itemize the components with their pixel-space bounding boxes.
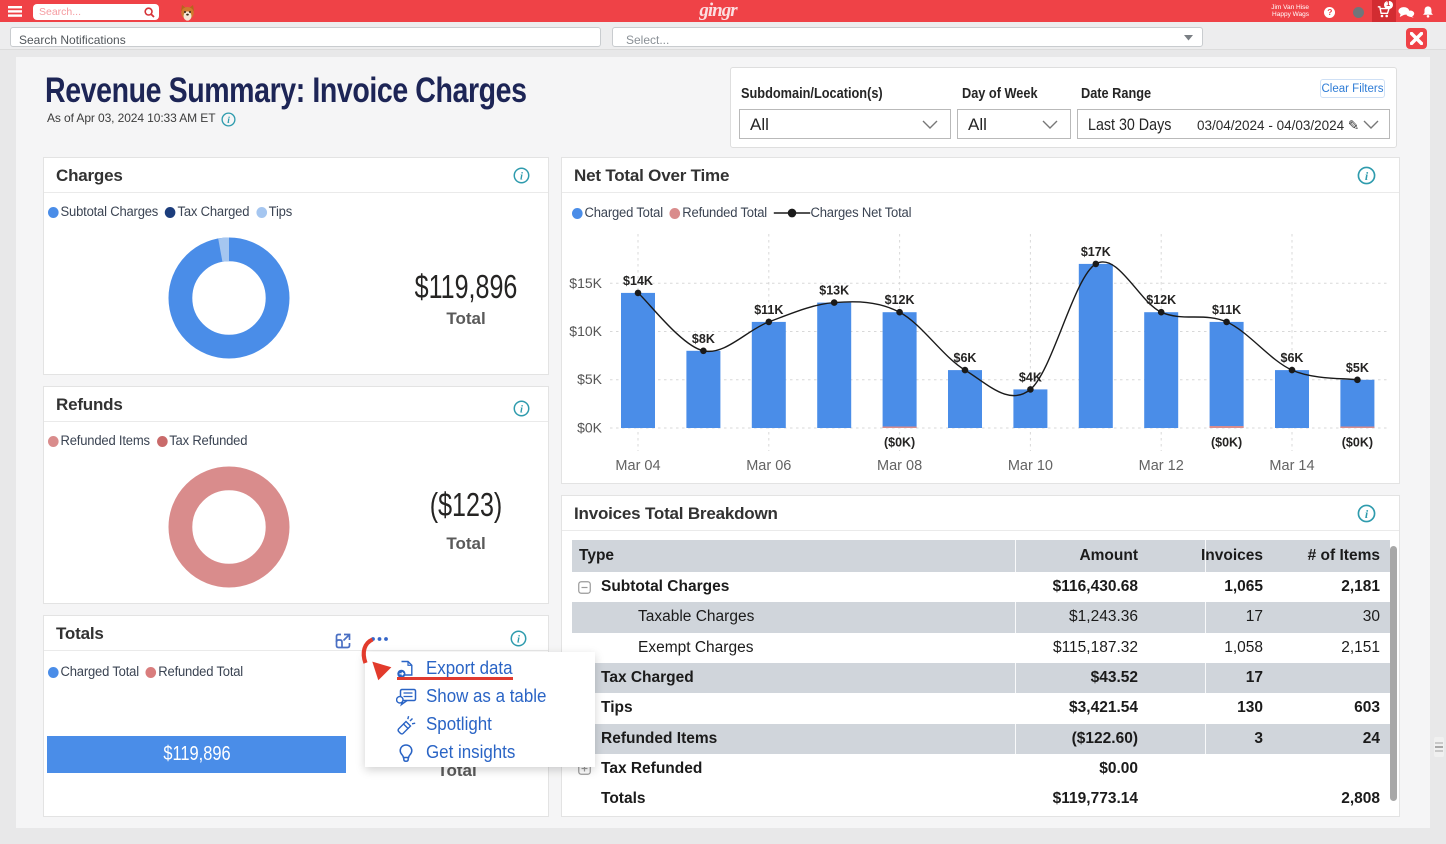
svg-text:Mar 10: Mar 10 bbox=[1008, 458, 1053, 474]
svg-text:$4K: $4K bbox=[1019, 370, 1042, 384]
svg-text:$8K: $8K bbox=[692, 332, 715, 346]
svg-text:($0K): ($0K) bbox=[884, 436, 915, 450]
svg-text:$11K: $11K bbox=[754, 303, 783, 317]
svg-text:$6K: $6K bbox=[954, 351, 977, 365]
svg-text:$5K: $5K bbox=[577, 371, 603, 387]
svg-text:Mar 12: Mar 12 bbox=[1139, 458, 1184, 474]
svg-text:$11K: $11K bbox=[1212, 303, 1241, 317]
svg-text:Mar 08: Mar 08 bbox=[877, 458, 922, 474]
svg-text:$0K: $0K bbox=[577, 420, 603, 436]
svg-text:$13K: $13K bbox=[819, 284, 849, 298]
svg-text:i: i bbox=[520, 171, 523, 182]
svg-text:$14K: $14K bbox=[623, 274, 653, 288]
svg-text:($0K): ($0K) bbox=[1211, 436, 1242, 450]
svg-text:i: i bbox=[520, 404, 523, 415]
svg-text:Mar 14: Mar 14 bbox=[1269, 458, 1314, 474]
svg-text:i: i bbox=[517, 634, 520, 645]
svg-text:$5K: $5K bbox=[1346, 361, 1369, 375]
svg-text:Mar 06: Mar 06 bbox=[746, 458, 791, 474]
svg-text:$12K: $12K bbox=[1146, 293, 1176, 307]
svg-text:Mar 04: Mar 04 bbox=[615, 458, 660, 474]
svg-text:$15K: $15K bbox=[569, 275, 602, 291]
svg-text:$12K: $12K bbox=[885, 293, 915, 307]
svg-text:$17K: $17K bbox=[1081, 245, 1111, 259]
svg-text:($0K): ($0K) bbox=[1342, 436, 1373, 450]
svg-text:i: i bbox=[1365, 507, 1369, 521]
svg-text:$6K: $6K bbox=[1281, 351, 1304, 365]
svg-text:i: i bbox=[1365, 169, 1369, 183]
svg-text:i: i bbox=[227, 115, 230, 125]
svg-text:$10K: $10K bbox=[569, 323, 602, 339]
